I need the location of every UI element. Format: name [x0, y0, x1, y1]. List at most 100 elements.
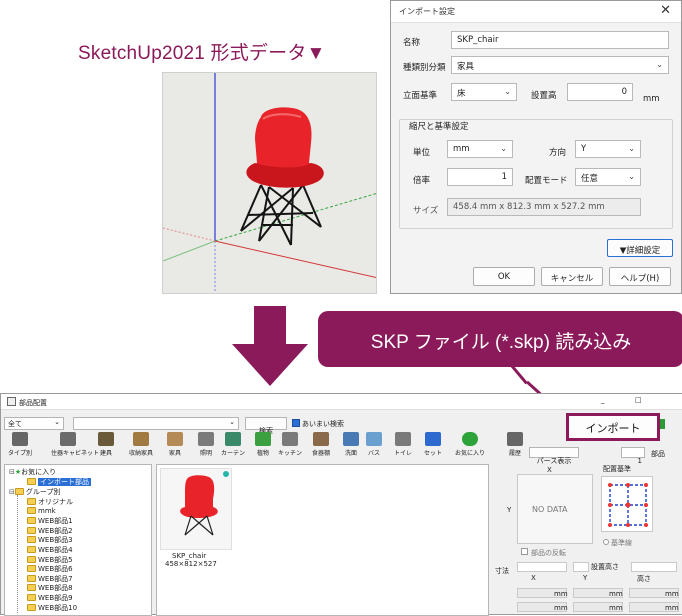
tree-web-item-1[interactable]: WEB部品1 [27, 516, 73, 525]
parse-view-button[interactable]: パース表示 [529, 447, 579, 465]
folder-icon [14, 488, 24, 495]
fuzzy-checkbox[interactable] [292, 419, 300, 427]
toolbar-button-0[interactable]: タイプ別 [3, 430, 37, 466]
name-field[interactable]: SKP_chair [451, 31, 669, 49]
mm-unit: mm [554, 590, 568, 598]
tree-item-label: WEB部品2 [38, 526, 73, 535]
import-settings-dialog: インポート設定 ✕ 名称 SKP_chair 種類別分類 家具 ⌄ 立面基準 床… [390, 0, 682, 294]
toolbar-label: 収納家具 [128, 450, 153, 457]
tree-item-label: オリジナル [38, 498, 73, 506]
filter-select[interactable]: 全て ⌄ [4, 417, 64, 430]
folder-icon [27, 478, 36, 485]
placement-ref-label: 配置基準 [603, 465, 631, 473]
tree-item-label: WEB部品5 [38, 555, 73, 564]
help-button[interactable]: ヘルプ(H) [609, 267, 671, 286]
import-button[interactable]: インポート [566, 413, 660, 441]
storage-icon [133, 432, 149, 446]
search-input[interactable]: ⌄ [73, 417, 239, 430]
flip-checkbox[interactable] [521, 548, 528, 555]
base-point-radio[interactable] [603, 539, 609, 545]
tree-original[interactable]: オリジナル [27, 497, 73, 506]
maximize-button[interactable]: □ [635, 396, 642, 404]
dim-y-label: Y [583, 574, 588, 582]
tree-web-item-7[interactable]: WEB部品7 [27, 574, 73, 583]
level-ref-select[interactable]: 床 ⌄ [451, 83, 517, 101]
flip-label: 部品の反転 [531, 549, 566, 557]
tree-item-label: mmk [38, 506, 56, 515]
dim-x-field[interactable] [517, 562, 567, 572]
detail-settings-button[interactable]: ▼詳細設定 [607, 239, 673, 257]
part-thumbnail[interactable] [160, 468, 232, 550]
placement-ref-grid[interactable] [601, 476, 653, 532]
tree-mmk[interactable]: mmk [27, 506, 56, 516]
dim-y-field[interactable] [573, 562, 589, 572]
chevron-down-icon: ⌄ [628, 144, 635, 153]
tree-favorites[interactable]: ⊟★お気に入り [9, 467, 56, 476]
toolbar-button-13[interactable]: セット [416, 430, 450, 466]
install-height-field[interactable]: 0 [567, 83, 633, 101]
folder-icon [27, 603, 36, 611]
toolbar-button-1[interactable]: 住器キャビネット [51, 430, 99, 466]
curtain-icon [225, 432, 241, 446]
toolbar-label: 家具 [168, 450, 181, 457]
tree-web-item-3[interactable]: WEB部品3 [27, 535, 73, 544]
toolbar-button-14[interactable]: お気に入り [453, 430, 487, 466]
level-ref-value: 床 [457, 89, 466, 99]
unit-select[interactable]: mm ⌄ [447, 140, 513, 158]
preview-box: NO DATA [517, 474, 593, 544]
toolbar-button-15[interactable]: 履歴 [498, 430, 532, 466]
count-field: 1 [621, 447, 645, 465]
tree-web-item-4[interactable]: WEB部品4 [27, 545, 73, 554]
toolbar-label: 履歴 [508, 450, 521, 457]
ok-button[interactable]: OK [473, 267, 535, 286]
tree-favorites-label: お気に入り [21, 468, 57, 476]
cancel-button[interactable]: キャンセル [541, 267, 603, 286]
factor-field[interactable]: 1 [447, 168, 513, 186]
tree-web-item-5[interactable]: WEB部品5 [27, 555, 73, 564]
mm-unit: mm [665, 604, 679, 612]
toolbar-button-12[interactable]: トイレ [386, 430, 420, 466]
folder-icon [27, 574, 36, 582]
category-select[interactable]: 家具 ⌄ [451, 56, 669, 74]
app-icon [7, 397, 16, 406]
placement-mode-select[interactable]: 任意 ⌄ [575, 168, 641, 186]
no-data-label: NO DATA [532, 505, 568, 514]
plant-icon [255, 432, 271, 446]
minimize-button[interactable]: _ [601, 396, 605, 404]
tree-item-label: WEB部品4 [38, 546, 73, 554]
tree-web-item-8[interactable]: WEB部品8 [27, 583, 73, 592]
tree-web-item-6[interactable]: WEB部品6 [27, 564, 73, 573]
tree-line [17, 495, 18, 613]
search-button[interactable]: 検索 [245, 417, 287, 435]
close-icon[interactable]: ✕ [660, 3, 671, 18]
folder-icon [27, 584, 36, 592]
toolbar-button-3[interactable]: 収納家具 [124, 430, 158, 466]
toolbar-button-8[interactable]: キッチン [273, 430, 307, 466]
count-value: 1 [637, 457, 642, 465]
tree-web-item-2[interactable]: WEB部品2 [27, 526, 73, 535]
tree-web-item-9[interactable]: WEB部品9 [27, 593, 73, 602]
folder-icon [27, 546, 36, 553]
folder-icon [27, 526, 36, 534]
toolbar-button-4[interactable]: 家具 [158, 430, 192, 466]
parse-view-label: パース表示 [536, 457, 572, 465]
tree-import-parts[interactable]: インポート部品 [27, 477, 91, 486]
base-point-label: 基準線 [611, 539, 632, 547]
toolbar-button-6[interactable]: カーテン [216, 430, 250, 466]
factor-label: 倍率 [413, 176, 431, 186]
cupboard-icon [313, 432, 329, 446]
direction-label: 方向 [549, 148, 567, 158]
toolbar-label: 食器棚 [311, 450, 330, 457]
dim-h-label: 高さ [637, 575, 651, 583]
cabinet-icon [60, 432, 76, 446]
tree-import-parts-label: インポート部品 [38, 478, 91, 486]
toolbar-button-9[interactable]: 食器棚 [304, 430, 338, 466]
tree-item-label: WEB部品9 [38, 594, 73, 602]
part-name: SKP_chair [172, 552, 207, 560]
direction-select[interactable]: Y ⌄ [575, 140, 641, 158]
tree-web-item-10[interactable]: WEB部品10 [27, 603, 77, 612]
x-axis-label: X [547, 466, 552, 474]
toolbar-button-2[interactable]: 建具 [89, 430, 123, 466]
dim-h-field[interactable] [631, 562, 677, 572]
placement-grid-icon [608, 483, 648, 527]
